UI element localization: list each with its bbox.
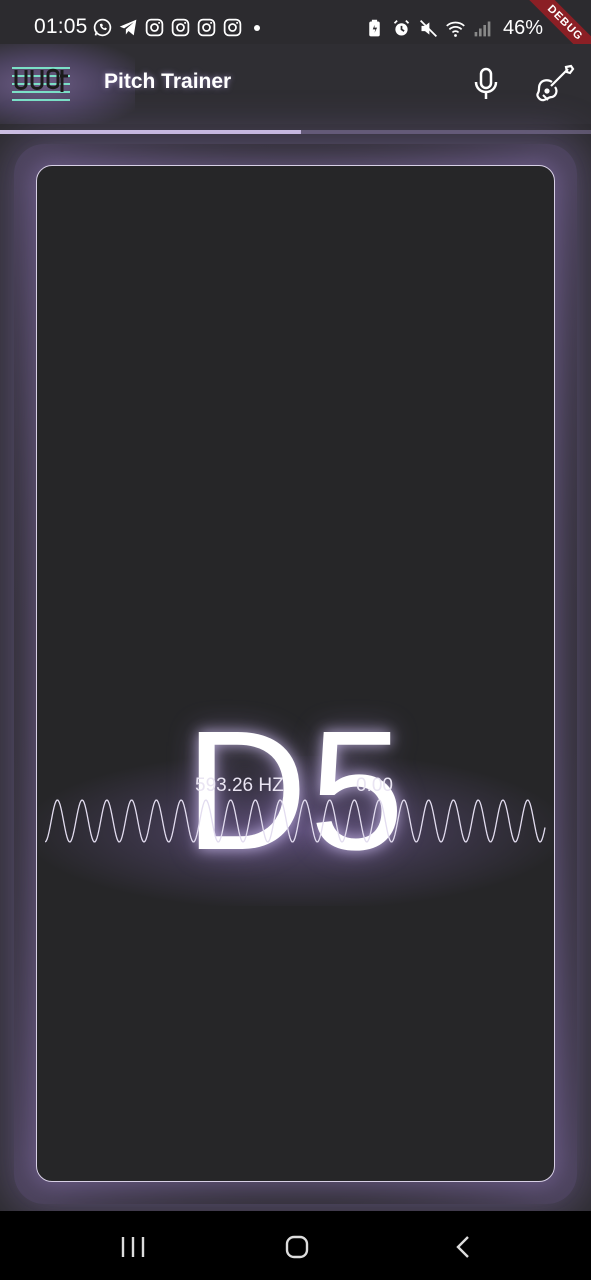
battery-percent: 46% [502,17,543,39]
app-screen: 01:05 46% DEBUG Pitch Trainer D5 593.26 … [0,0,591,1280]
instagram-icon [223,18,242,37]
tuner-card: D5 593.26 HZ 0.00 [36,165,555,1182]
wifi-icon [446,21,465,37]
instagram-icon [171,18,190,37]
cents-readout: 0.00 [356,775,393,796]
progress-fill [0,130,302,134]
guitar-button[interactable] [534,64,576,104]
instagram-icon [197,18,216,37]
progress-bar [0,130,591,134]
notification-icons [92,17,260,38]
frequency-readout: 593.26 HZ [195,775,284,796]
mic-icon [474,67,498,99]
whatsapp-icon [93,18,112,37]
mic-button[interactable] [466,64,506,104]
home-icon [285,1235,309,1259]
instagram-icon [145,18,164,37]
alarm-icon [393,20,410,36]
back-icon [456,1236,469,1258]
recents-icon [121,1237,145,1257]
more-notifications-dot [254,24,260,31]
telegram-icon [119,19,137,36]
signal-icon [474,21,491,37]
mute-icon [419,20,437,37]
detected-note: D5 [184,696,407,886]
page-title: Pitch Trainer [104,70,232,93]
system-nav-bar [0,1211,591,1280]
home-button[interactable] [285,1235,309,1264]
guitar-icon [536,64,575,102]
system-icons: 46% [364,17,543,40]
back-button[interactable] [454,1235,474,1264]
waveform [45,799,546,843]
staff-logo-icon [12,67,70,101]
battery-saver-icon [369,19,380,37]
status-time: 01:05 [34,15,88,38]
app-bar: Pitch Trainer [0,44,591,124]
recents-button[interactable] [120,1235,146,1264]
